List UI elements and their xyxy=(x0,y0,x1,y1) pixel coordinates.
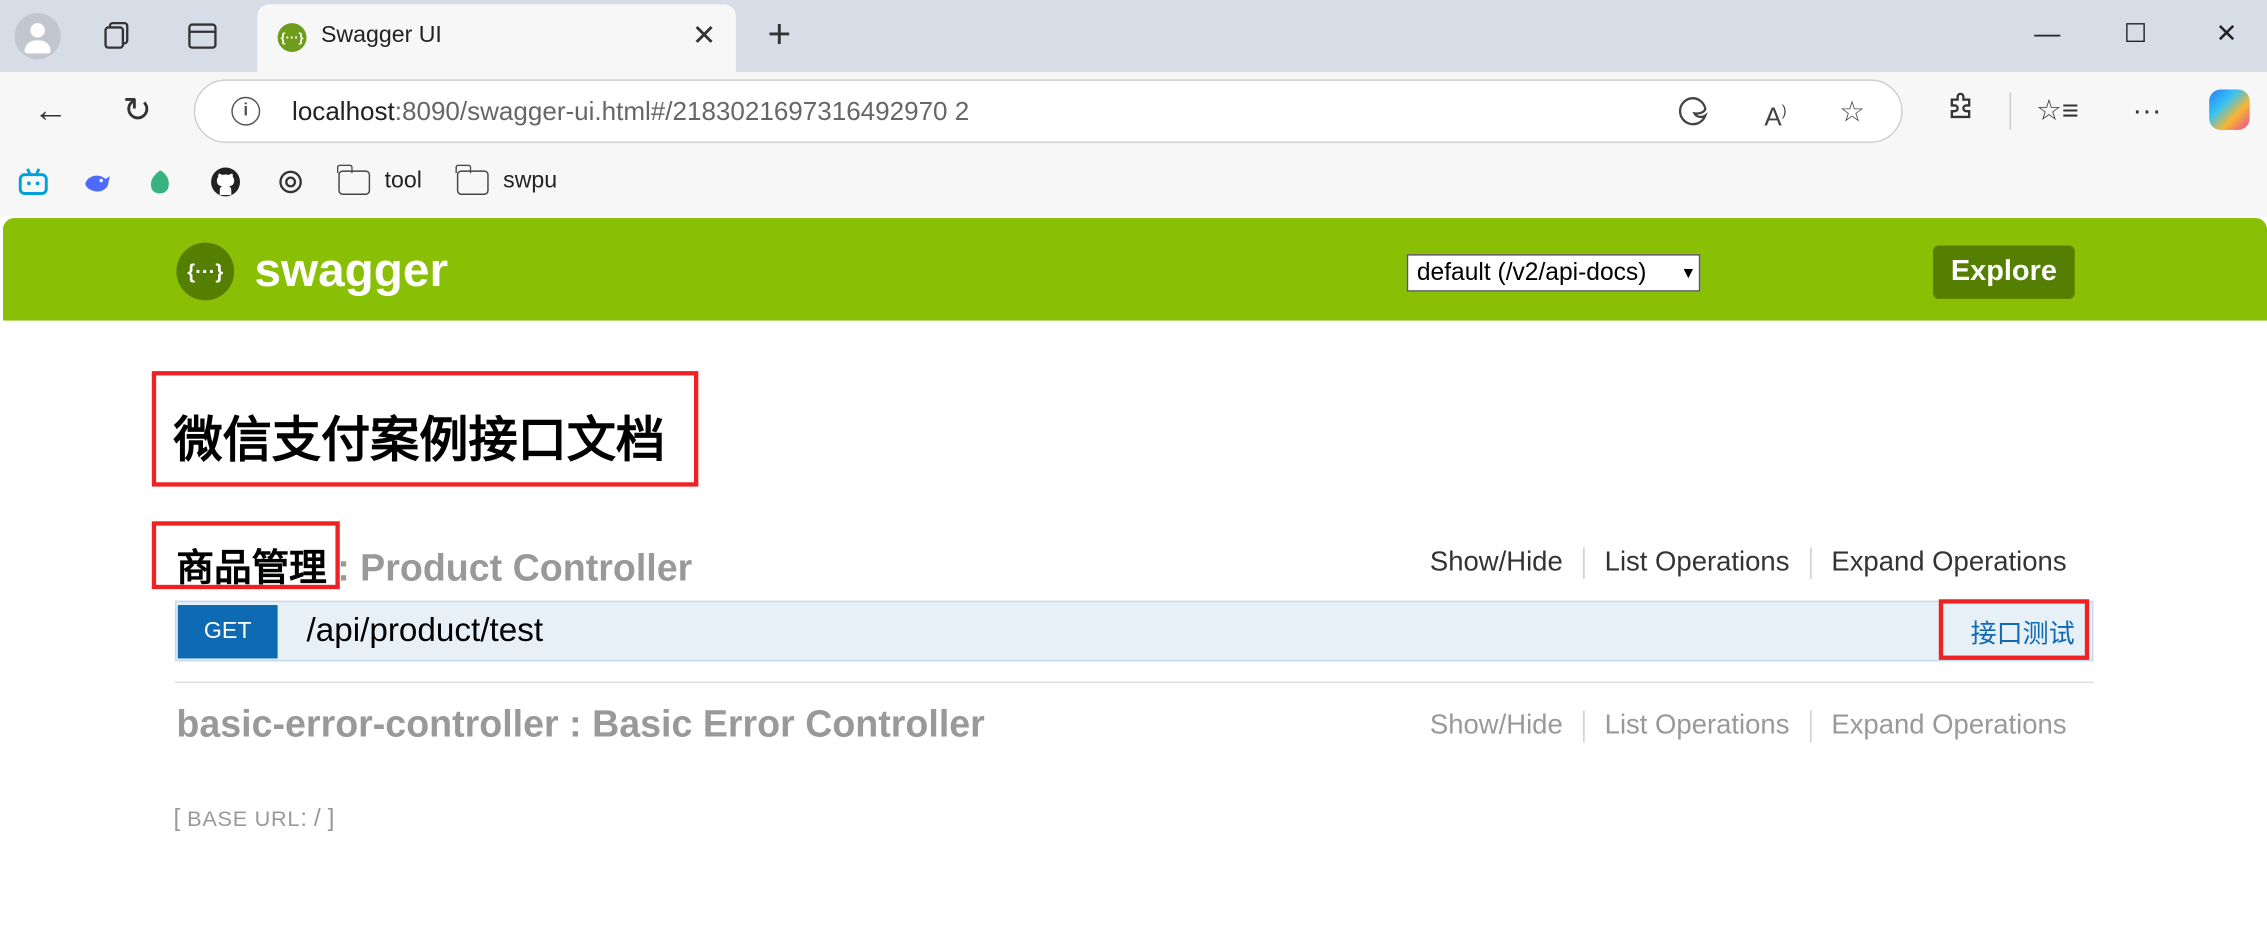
back-icon[interactable]: ← xyxy=(29,90,72,133)
profile-avatar-icon[interactable] xyxy=(14,12,61,60)
bookmark-label: swpu xyxy=(503,168,558,194)
chatgpt-bookmark-icon[interactable] xyxy=(275,166,307,198)
favorites-list-icon[interactable]: ☆≡ xyxy=(2036,90,2079,133)
github-bookmark-icon[interactable] xyxy=(210,166,242,198)
toolbar-divider xyxy=(2009,92,2012,130)
maximize-icon[interactable]: ☐ xyxy=(2107,12,2165,55)
show-hide-link[interactable]: Show/Hide xyxy=(1410,547,1583,579)
site-info-icon[interactable]: i xyxy=(231,96,261,126)
divider xyxy=(174,681,2094,684)
expand-operations-link[interactable]: Expand Operations xyxy=(1809,547,2087,580)
minimize-icon[interactable]: — xyxy=(2018,12,2076,55)
browser-toolbar: ← ↻ i localhost:8090/swagger-ui.html#/21… xyxy=(0,72,2267,151)
base-url-value: / xyxy=(313,804,321,832)
swagger-logo-icon[interactable]: {···} xyxy=(176,242,235,301)
endpoint-path[interactable]: /api/product/test xyxy=(307,611,544,650)
address-bar[interactable]: i localhost:8090/swagger-ui.html#/218302… xyxy=(193,79,1903,143)
url-text[interactable]: localhost:8090/swagger-ui.html#/21830216… xyxy=(292,97,969,127)
api-spec-select-value: default (/v2/api-docs) xyxy=(1416,258,1647,286)
workspaces-icon[interactable] xyxy=(95,14,138,57)
resource-ops-product: Show/Hide List Operations Expand Operati… xyxy=(1410,547,2087,580)
api-spec-select[interactable]: default (/v2/api-docs) ▾ xyxy=(1406,254,1701,292)
bookmark-folder-tool[interactable]: tool xyxy=(336,163,422,198)
close-tab-icon[interactable]: ✕ xyxy=(690,22,719,51)
expand-operations-link[interactable]: Expand Operations xyxy=(1809,710,2087,743)
edge-browser-essentials-icon[interactable] xyxy=(1676,95,1711,130)
green-app-bookmark-icon[interactable] xyxy=(145,166,177,198)
http-method-badge[interactable]: GET xyxy=(177,605,278,659)
chevron-down-icon: ▾ xyxy=(1683,261,1694,284)
endpoint-row[interactable]: GET /api/product/test 接口测试 xyxy=(174,600,2094,662)
refresh-icon[interactable]: ↻ xyxy=(116,90,159,133)
bookmarks-bar: tool swpu xyxy=(0,150,2267,217)
resource-title-basic-error[interactable]: basic-error-controller : Basic Error Con… xyxy=(176,702,984,747)
show-hide-link[interactable]: Show/Hide xyxy=(1410,710,1583,742)
extensions-puzzle-icon[interactable] xyxy=(1940,90,1983,133)
copilot-icon[interactable] xyxy=(2209,89,2250,130)
active-tab[interactable]: {···} Swagger UI ✕ xyxy=(257,4,736,73)
vertical-tabs-icon[interactable] xyxy=(181,14,224,57)
folder-icon xyxy=(336,163,371,195)
more-menu-icon[interactable]: ··· xyxy=(2125,90,2168,133)
new-tab-icon[interactable]: + xyxy=(758,14,801,57)
explore-button[interactable]: Explore xyxy=(1933,245,2075,299)
favorite-star-icon[interactable]: ☆ xyxy=(1835,95,1870,130)
bookmark-folder-swpu[interactable]: swpu xyxy=(455,163,558,198)
bookmark-label: tool xyxy=(384,168,422,194)
read-aloud-icon[interactable]: A) xyxy=(1758,95,1793,132)
swagger-favicon-icon: {···} xyxy=(277,23,307,52)
folder-icon xyxy=(455,163,489,195)
resource-title-product[interactable]: 商品管理 : Product Controller xyxy=(176,539,692,592)
close-window-icon[interactable]: ✕ xyxy=(2198,12,2256,55)
highlight-box xyxy=(1938,599,2090,660)
list-operations-link[interactable]: List Operations xyxy=(1582,710,1810,743)
api-doc-title: 微信支付案例接口文档 xyxy=(173,412,666,468)
swagger-header: {···} swagger default (/v2/api-docs) ▾ E… xyxy=(2,218,2267,321)
page-viewport: {···} swagger default (/v2/api-docs) ▾ E… xyxy=(2,218,2267,927)
tab-title: Swagger UI xyxy=(320,23,442,48)
resource-ops-basic-error: Show/Hide List Operations Expand Operati… xyxy=(1410,710,2087,743)
deepseek-bookmark-icon[interactable] xyxy=(81,166,113,198)
base-url-label: BASE URL xyxy=(187,807,301,832)
bilibili-bookmark-icon[interactable] xyxy=(17,166,49,198)
tab-strip: {···} Swagger UI ✕ + — ☐ ✕ xyxy=(0,0,2267,73)
base-url-info: [ BASE URL: / ] xyxy=(173,804,335,832)
swagger-brand[interactable]: swagger xyxy=(254,243,448,298)
list-operations-link[interactable]: List Operations xyxy=(1582,547,1810,580)
